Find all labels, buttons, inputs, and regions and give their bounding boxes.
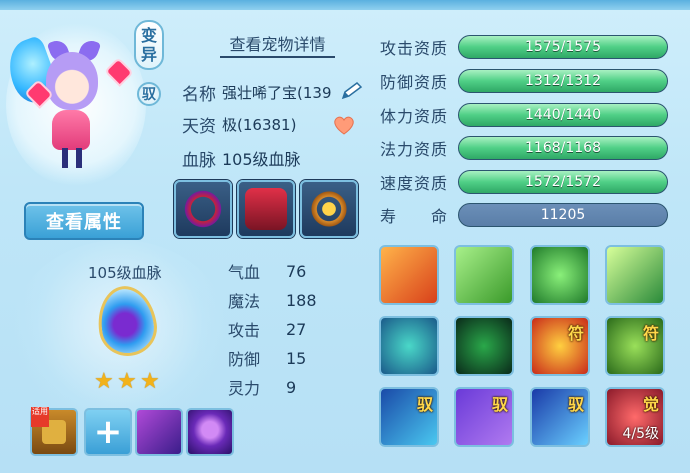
star-icon: ★ <box>117 369 137 394</box>
talent-row: 天资 极(16381) <box>182 113 297 137</box>
flame-sword-icon[interactable] <box>379 245 439 305</box>
stat-row: 气血 76 <box>228 260 307 283</box>
stat-value: 27 <box>286 319 307 339</box>
aptitude-label: 体力资质 <box>380 107 449 126</box>
equipment-slot-3[interactable] <box>300 180 358 238</box>
talent-label: 天资 <box>182 116 216 137</box>
skill-mark: 驭 <box>567 395 584 414</box>
skill-mark: 驭 <box>491 395 508 414</box>
bloodline-label: 血脉 <box>182 150 216 171</box>
variant-badge: 变 异 <box>134 20 164 70</box>
aptitude-bar: 1575/1575 <box>458 35 668 59</box>
stat-label: 魔法 <box>228 292 261 311</box>
name-label: 名称 <box>182 84 216 105</box>
skill-mark: 驭 <box>416 395 433 414</box>
aptitude-label: 防御资质 <box>380 73 449 92</box>
blue-runner-icon[interactable]: 驭 <box>530 387 590 447</box>
star-icon: ★ <box>140 369 160 394</box>
aptitude-value: 1168/1168 <box>525 140 601 156</box>
stat-row: 灵力 9 <box>228 376 297 399</box>
aptitude-bar: 1312/1312 <box>458 69 668 93</box>
add-icon[interactable]: + <box>84 408 132 456</box>
skill-mark: 觉 <box>642 395 659 414</box>
skill-mark: 符 <box>567 324 584 343</box>
red-ring-icon <box>182 188 224 230</box>
usable-tag: 适用 <box>31 407 49 427</box>
talent-value: 极(16381) <box>222 115 297 134</box>
pencil-icon[interactable] <box>340 82 364 100</box>
aptitude-value: 1312/1312 <box>525 73 601 89</box>
gold-necklace-icon <box>308 188 350 230</box>
bloodline-row: 血脉 105级血脉 <box>182 147 301 171</box>
life-value: 11205 <box>540 207 586 223</box>
purple-dash-icon[interactable] <box>135 408 183 456</box>
stat-value: 15 <box>286 348 307 368</box>
stat-label: 防御 <box>228 350 261 369</box>
pet-legs <box>62 148 82 168</box>
equipment-slot-2[interactable] <box>237 180 295 238</box>
aptitude-label: 攻击资质 <box>380 39 449 58</box>
stat-value: 9 <box>286 377 297 397</box>
view-pet-details-link[interactable]: 查看宠物详情 <box>220 34 335 58</box>
variant-badge-bottom: 异 <box>140 45 157 64</box>
aptitude-label: 速度资质 <box>380 174 449 193</box>
blue-lamp-icon[interactable]: 驭 <box>379 387 439 447</box>
stat-label: 攻击 <box>228 321 261 340</box>
variant-badge-top: 变 <box>140 26 157 45</box>
aptitude-label: 法力资质 <box>380 140 449 159</box>
red-armor-icon <box>245 188 287 230</box>
stat-value: 76 <box>286 261 307 281</box>
fire-charm-icon[interactable]: 符 <box>530 316 590 376</box>
skill-level: 4/5级 <box>622 426 659 442</box>
name-value: 强壮唏了宝(139 <box>222 83 332 102</box>
green-warrior-icon[interactable] <box>530 245 590 305</box>
aptitude-bar: 1168/1168 <box>458 136 668 160</box>
pet-head <box>46 52 98 110</box>
broad-sword-icon[interactable] <box>454 245 514 305</box>
top-bar <box>0 0 690 10</box>
green-dash-icon[interactable] <box>605 245 665 305</box>
star-icon: ★ <box>94 369 114 394</box>
aptitude-value: 1572/1572 <box>525 174 601 190</box>
red-awaken-icon[interactable]: 觉 4/5级 <box>605 387 665 447</box>
aptitude-bar: 1572/1572 <box>458 170 668 194</box>
blue-figure-icon[interactable] <box>379 316 439 376</box>
shadow-warrior-icon[interactable] <box>454 316 514 376</box>
view-attributes-button[interactable]: 查看属性 <box>24 202 144 240</box>
aptitude-value: 1575/1575 <box>525 39 601 55</box>
heart-icon[interactable] <box>332 114 356 136</box>
equipment-slot-1[interactable] <box>174 180 232 238</box>
bloodline-panel-title: 105级血脉 <box>88 264 162 282</box>
aptitude-value: 1440/1440 <box>525 107 601 123</box>
life-bar: 11205 <box>458 203 668 227</box>
stat-row: 攻击 27 <box>228 318 307 341</box>
stat-label: 气血 <box>228 263 261 282</box>
life-label: 寿 命 <box>380 207 449 226</box>
stat-row: 魔法 188 <box>228 289 317 312</box>
pet-body <box>52 110 90 150</box>
purple-fist-icon[interactable]: 驭 <box>454 387 514 447</box>
stat-row: 防御 15 <box>228 347 307 370</box>
green-beast-icon[interactable]: 符 <box>605 316 665 376</box>
bloodline-value: 105级血脉 <box>222 150 301 169</box>
stat-value: 188 <box>286 290 317 310</box>
aptitude-bar: 1440/1440 <box>458 103 668 127</box>
skill-mark: 符 <box>642 324 659 343</box>
purple-ghost-icon[interactable] <box>186 408 234 456</box>
ride-badge[interactable]: 驭 <box>137 82 161 106</box>
name-row: 名称 强壮唏了宝(139 <box>182 81 332 105</box>
stat-label: 灵力 <box>228 379 261 398</box>
